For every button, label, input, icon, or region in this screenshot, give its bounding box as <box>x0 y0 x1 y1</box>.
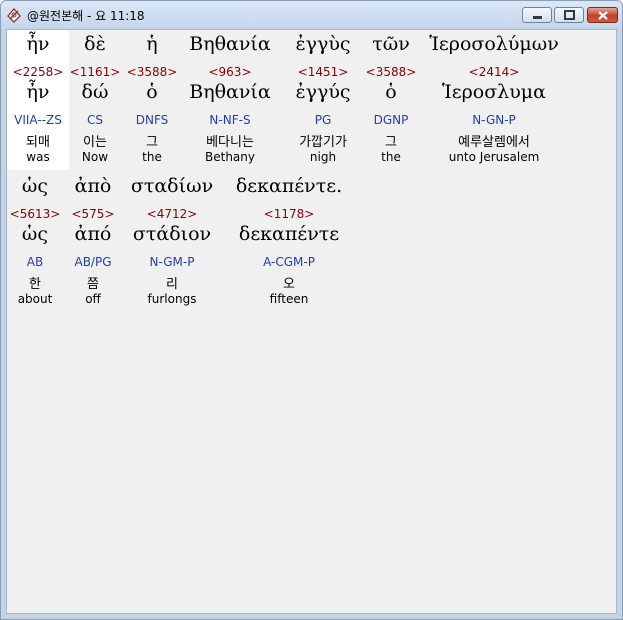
parse-code[interactable]: DGNP <box>364 113 418 127</box>
strong-number[interactable]: <2414> <box>421 65 567 79</box>
interlinear-word[interactable]: ἀπὸ <575> ἀπό AB/PG 쯤 off <box>65 172 121 312</box>
parse-code[interactable]: N-GM-P <box>124 255 220 269</box>
lemma: ἐγγύς <box>295 81 351 103</box>
close-icon <box>598 11 608 20</box>
greek-word: ἡ <box>146 33 158 55</box>
greek-word: τῶν <box>372 33 410 55</box>
strong-number[interactable]: <963> <box>183 65 277 79</box>
app-window: @원전본해 - 요 11:18 ἦν <2258> ἦν VIIA--ZS 되매… <box>0 0 623 620</box>
interlinear-word[interactable]: Βηθανία <963> Βηθανία N-NF-S 베다니는 Bethan… <box>183 30 277 170</box>
greek-word: δὲ <box>84 33 106 55</box>
interlinear-word[interactable]: σταδίων <4712> στάδιον N-GM-P 리 furlongs <box>124 172 220 312</box>
parse-code[interactable]: A-CGM-P <box>224 255 354 269</box>
parse-code[interactable]: DNFS <box>124 113 180 127</box>
lemma: Ἱεροσλυμα <box>442 81 546 103</box>
strong-number[interactable]: <3588> <box>124 65 180 79</box>
parse-code[interactable]: PG <box>285 113 361 127</box>
korean-gloss: 이는 <box>83 135 107 150</box>
parse-code[interactable]: AB <box>7 255 63 269</box>
korean-gloss: 가깝기가 <box>299 135 347 150</box>
strong-number[interactable]: <5613> <box>7 207 63 221</box>
korean-gloss: 예루살렘에서 <box>458 135 530 150</box>
greek-word: Βηθανία <box>189 33 271 55</box>
lemma: ἦν <box>26 81 50 103</box>
lemma: ὁ <box>385 81 397 103</box>
strong-number[interactable]: <1178> <box>224 207 354 221</box>
greek-word: ἀπὸ <box>74 175 112 197</box>
korean-gloss: 그 <box>385 135 397 150</box>
english-gloss: the <box>142 150 162 164</box>
lemma: δεκαπέντε <box>238 223 340 245</box>
english-gloss: fifteen <box>269 292 309 306</box>
english-gloss: about <box>17 292 53 306</box>
korean-gloss: 베다니는 <box>206 135 254 150</box>
lemma: ὡς <box>21 223 49 245</box>
interlinear-word[interactable]: ἦν <2258> ἦν VIIA--ZS 되매 was <box>7 30 69 170</box>
english-gloss: Bethany <box>205 150 255 164</box>
korean-gloss: 되매 <box>26 135 50 150</box>
greek-word: δεκαπέντε. <box>235 175 343 197</box>
strong-number[interactable]: <1161> <box>69 65 121 79</box>
lemma: ὁ <box>146 81 158 103</box>
parse-code[interactable]: N-NF-S <box>183 113 277 127</box>
greek-word: Ἱεροσολύμων <box>429 33 559 55</box>
strong-number[interactable]: <3588> <box>364 65 418 79</box>
interlinear-word[interactable]: τῶν <3588> ὁ DGNP 그 the <box>364 30 418 170</box>
interlinear-word[interactable]: ἡ <3588> ὁ DNFS 그 the <box>124 30 180 170</box>
minimize-icon <box>533 16 542 19</box>
korean-gloss: 그 <box>146 135 158 150</box>
greek-word: ὡς <box>21 175 49 197</box>
english-gloss: the <box>381 150 401 164</box>
strong-number[interactable]: <4712> <box>124 207 220 221</box>
strong-number[interactable]: <2258> <box>7 65 69 79</box>
strong-number[interactable]: <1451> <box>285 65 361 79</box>
korean-gloss: 오 <box>283 277 295 292</box>
maximize-button[interactable] <box>554 7 584 23</box>
english-gloss: furlongs <box>147 292 197 306</box>
english-gloss: off <box>85 292 101 306</box>
greek-word: ἦν <box>26 33 50 55</box>
interlinear-word[interactable]: ὡς <5613> ὡς AB 한 about <box>7 172 63 312</box>
bible-app-icon <box>7 8 21 23</box>
close-button[interactable] <box>587 7 618 23</box>
korean-gloss: 한 <box>29 277 41 292</box>
korean-gloss: 리 <box>166 277 178 292</box>
lemma: ἀπό <box>74 223 112 245</box>
window-title: @원전본해 - 요 11:18 <box>27 9 145 23</box>
interlinear-word[interactable]: Ἱεροσολύμων <2414> Ἱεροσλυμα N-GN-P 예루살렘… <box>421 30 567 170</box>
parse-code[interactable]: N-GN-P <box>421 113 567 127</box>
interlinear-word[interactable]: δὲ <1161> δώ CS 이는 Now <box>69 30 121 170</box>
english-gloss: unto Jerusalem <box>448 150 540 164</box>
parse-code[interactable]: AB/PG <box>65 255 121 269</box>
interlinear-word[interactable]: δεκαπέντε. <1178> δεκαπέντε A-CGM-P 오 fi… <box>224 172 354 312</box>
strong-number[interactable]: <575> <box>65 207 121 221</box>
parse-code[interactable]: VIIA--ZS <box>7 113 69 127</box>
minimize-button[interactable] <box>522 7 552 23</box>
english-gloss: was <box>26 150 50 164</box>
english-gloss: Now <box>81 150 109 164</box>
interlinear-view[interactable]: ἦν <2258> ἦν VIIA--ZS 되매 was δὲ <1161> δ… <box>6 29 617 614</box>
interlinear-word[interactable]: ἐγγὺς <1451> ἐγγύς PG 가깝기가 nigh <box>285 30 361 170</box>
maximize-icon <box>564 10 575 20</box>
lemma: Βηθανία <box>189 81 271 103</box>
korean-gloss: 쯤 <box>87 277 99 292</box>
greek-word: σταδίων <box>130 175 214 197</box>
title-bar[interactable]: @원전본해 - 요 11:18 <box>1 1 622 29</box>
greek-word: ἐγγὺς <box>295 33 351 55</box>
lemma: δώ <box>81 81 109 103</box>
english-gloss: nigh <box>309 150 337 164</box>
parse-code[interactable]: CS <box>69 113 121 127</box>
lemma: στάδιον <box>132 223 212 245</box>
